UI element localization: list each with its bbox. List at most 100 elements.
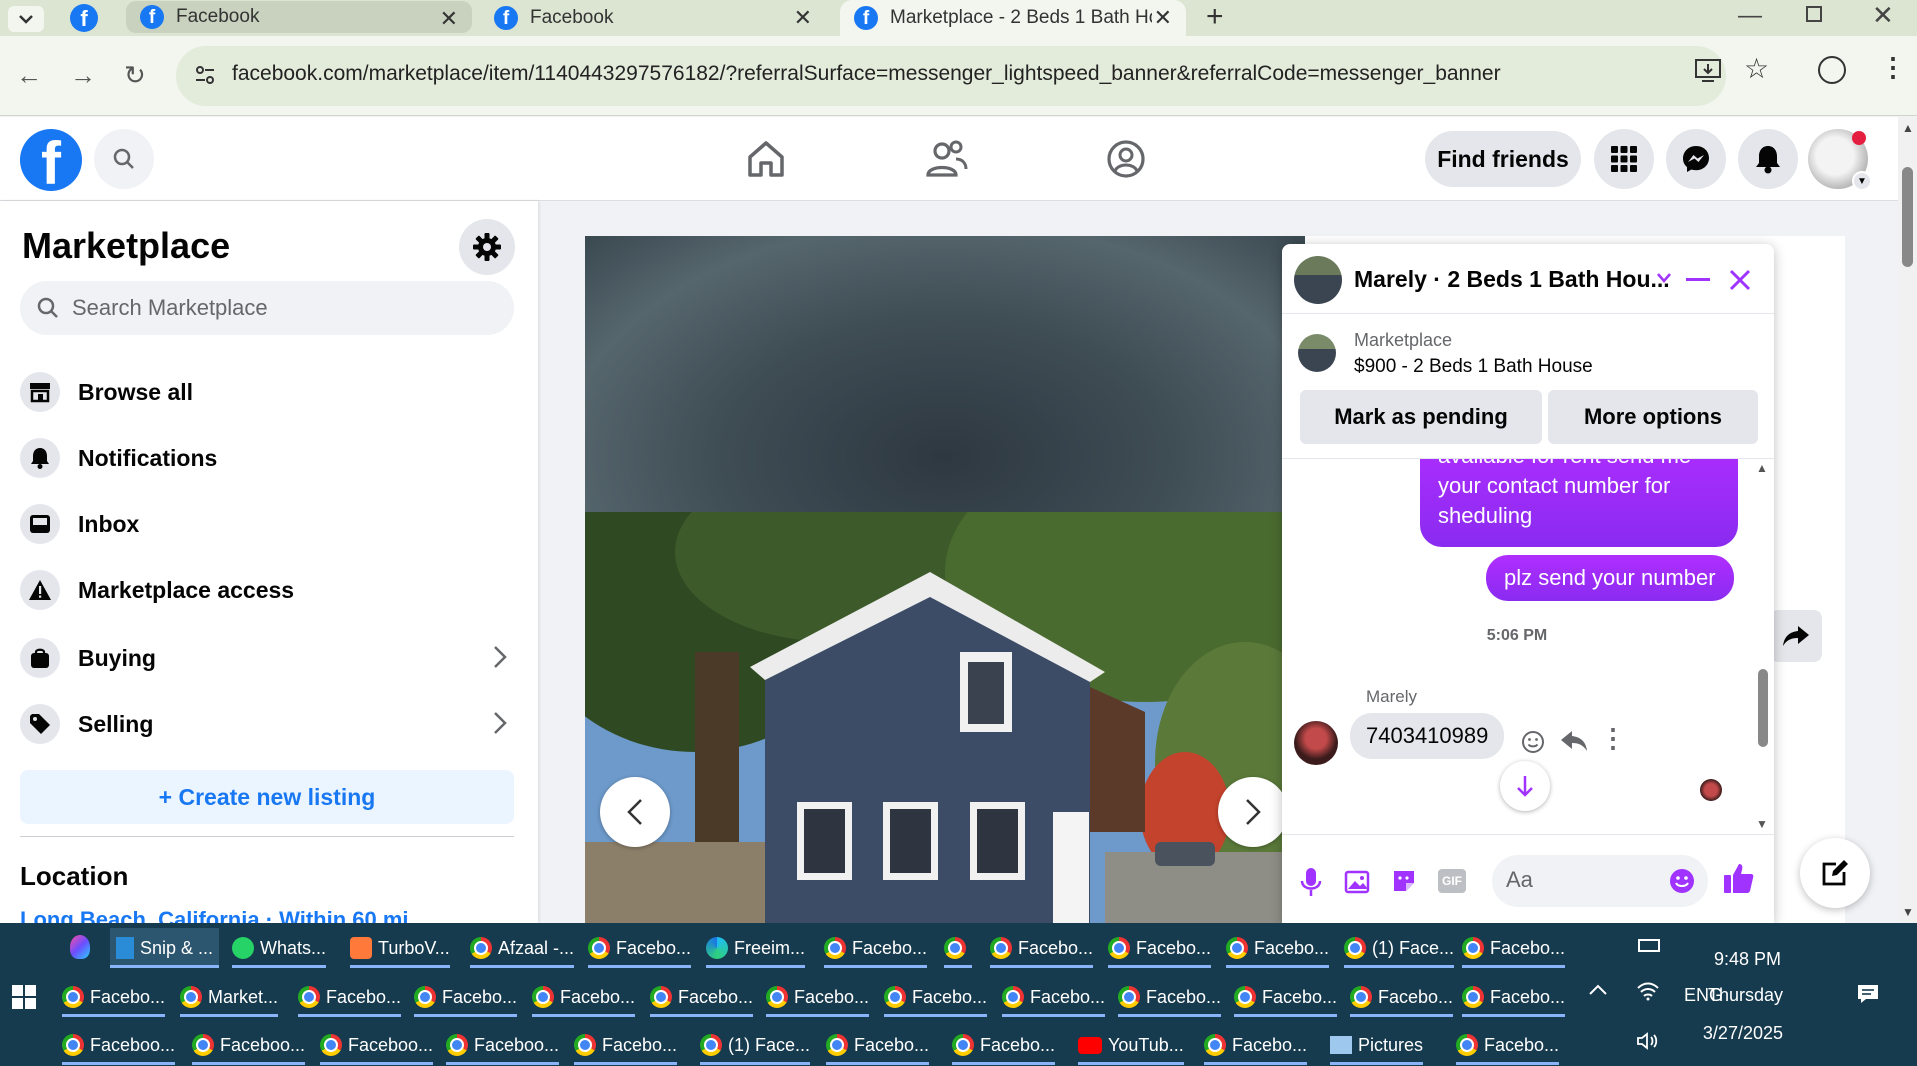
taskbar-item[interactable]: Facebo... bbox=[952, 1025, 1056, 1065]
message-thread[interactable]: available for rent send me your contact … bbox=[1282, 458, 1774, 832]
taskbar-item[interactable]: (1) Face... bbox=[700, 1025, 811, 1065]
new-tab-icon[interactable]: + bbox=[1206, 0, 1224, 34]
clock-day[interactable]: Thursday bbox=[1708, 985, 1783, 1006]
tab-facebook-2[interactable]: f Facebook ✕ bbox=[480, 0, 826, 36]
windows-start-icon[interactable] bbox=[12, 985, 36, 1009]
tab-list-chevron-icon[interactable] bbox=[8, 6, 44, 32]
scroll-to-bottom-button[interactable] bbox=[1500, 761, 1550, 811]
taskbar-item[interactable]: Facebo... bbox=[588, 928, 692, 968]
reload-icon[interactable]: ↻ bbox=[124, 60, 146, 91]
sidebar-item-buying[interactable]: Buying bbox=[20, 629, 516, 687]
chat-header[interactable]: Marely · 2 Beds 1 Bath Hou... bbox=[1282, 244, 1774, 314]
volume-icon[interactable] bbox=[1636, 1031, 1660, 1056]
clock-time[interactable]: 9:48 PM bbox=[1714, 949, 1781, 970]
emoji-icon[interactable] bbox=[1668, 867, 1696, 895]
battery-icon[interactable] bbox=[1638, 939, 1660, 952]
marketplace-listing-banner[interactable]: Marketplace $900 - 2 Beds 1 Bath House bbox=[1282, 314, 1774, 384]
taskbar-item[interactable]: Faceboo... bbox=[446, 1025, 560, 1065]
pinned-facebook-tab[interactable]: f bbox=[70, 4, 98, 32]
menu-button[interactable] bbox=[1594, 129, 1654, 189]
close-chat-icon[interactable] bbox=[1728, 268, 1752, 292]
taskbar-item[interactable]: Facebo... bbox=[1234, 977, 1338, 1017]
browser-menu-icon[interactable]: ⋮ bbox=[1880, 52, 1906, 83]
chat-scrollbar-thumb[interactable] bbox=[1758, 669, 1768, 747]
back-icon[interactable]: ← bbox=[16, 60, 42, 91]
close-tab-icon[interactable]: ✕ bbox=[440, 6, 458, 32]
taskbar-item[interactable]: Facebo... bbox=[1226, 928, 1330, 968]
taskbar-item[interactable]: Facebo... bbox=[1462, 977, 1566, 1017]
show-hidden-icons-chevron-icon[interactable] bbox=[1588, 983, 1608, 1001]
taskbar-item[interactable]: Faceboo... bbox=[320, 1025, 434, 1065]
search-marketplace-input[interactable] bbox=[72, 295, 492, 321]
taskbar-item[interactable]: Facebo... bbox=[1350, 977, 1454, 1017]
taskbar-item[interactable]: Faceboo... bbox=[192, 1025, 306, 1065]
microphone-icon[interactable] bbox=[1300, 867, 1322, 897]
bookmark-star-icon[interactable]: ☆ bbox=[1744, 52, 1769, 85]
taskbar-item[interactable]: Freeim... bbox=[706, 928, 806, 968]
taskbar-item[interactable]: (1) Face... bbox=[1344, 928, 1455, 968]
taskbar-item[interactable]: Facebo... bbox=[298, 977, 402, 1017]
message-input-field[interactable] bbox=[1492, 855, 1708, 907]
outgoing-message[interactable]: plz send your number bbox=[1486, 555, 1734, 601]
reply-icon[interactable] bbox=[1560, 729, 1588, 753]
location-link[interactable]: Long Beach, California · Within 60 mi bbox=[20, 907, 409, 923]
groups-icon[interactable] bbox=[1102, 135, 1150, 183]
chevron-down-icon[interactable] bbox=[1656, 272, 1672, 284]
message-input[interactable] bbox=[1506, 867, 1656, 893]
copilot-icon[interactable] bbox=[70, 935, 90, 959]
sidebar-item-inbox[interactable]: Inbox bbox=[20, 495, 516, 553]
sidebar-item-selling[interactable]: Selling bbox=[20, 695, 516, 753]
new-message-button[interactable] bbox=[1800, 838, 1870, 908]
taskbar-item[interactable]: Facebo... bbox=[1462, 928, 1566, 968]
taskbar-item[interactable] bbox=[944, 928, 972, 968]
forward-icon[interactable]: → bbox=[70, 60, 96, 91]
sidebar-item-browse-all[interactable]: Browse all bbox=[20, 363, 516, 421]
scroll-down-icon[interactable]: ▼ bbox=[1902, 905, 1914, 919]
home-icon[interactable] bbox=[742, 135, 790, 183]
gif-icon[interactable]: GIF bbox=[1438, 869, 1466, 893]
taskbar-item[interactable]: Facebo... bbox=[1204, 1025, 1308, 1065]
chat-avatar[interactable] bbox=[1294, 256, 1342, 304]
sender-avatar[interactable] bbox=[1294, 721, 1338, 765]
sticker-icon[interactable] bbox=[1390, 867, 1418, 895]
find-friends-button[interactable]: Find friends bbox=[1425, 131, 1581, 187]
profile-icon[interactable] bbox=[1818, 56, 1846, 84]
minimize-window-icon[interactable]: — bbox=[1738, 2, 1762, 30]
photo-icon[interactable] bbox=[1344, 867, 1372, 895]
taskbar-item[interactable]: Facebo... bbox=[766, 977, 870, 1017]
taskbar-item[interactable]: Afzaal -... bbox=[470, 928, 575, 968]
next-image-button[interactable] bbox=[1218, 777, 1288, 847]
clock-date[interactable]: 3/27/2025 bbox=[1703, 1023, 1783, 1044]
chat-scrollbar[interactable]: ▲ ▼ bbox=[1754, 459, 1770, 832]
tab-facebook-1[interactable]: f Facebook ✕ bbox=[126, 1, 472, 33]
taskbar-item[interactable]: Facebo... bbox=[532, 977, 636, 1017]
minimize-chat-icon[interactable] bbox=[1686, 278, 1710, 281]
taskbar-item[interactable]: Facebo... bbox=[62, 977, 166, 1017]
search-marketplace-field[interactable] bbox=[20, 281, 514, 335]
url-field[interactable]: facebook.com/marketplace/item/1140443297… bbox=[176, 46, 1726, 106]
taskbar-item[interactable]: Snip & ... bbox=[110, 928, 220, 968]
taskbar-item[interactable]: Facebo... bbox=[826, 1025, 930, 1065]
taskbar-item[interactable]: Facebo... bbox=[884, 977, 988, 1017]
taskbar-item[interactable]: Facebo... bbox=[414, 977, 518, 1017]
friends-icon[interactable] bbox=[922, 135, 970, 183]
scroll-down-icon[interactable]: ▼ bbox=[1756, 817, 1768, 831]
taskbar-item[interactable]: Pictures bbox=[1330, 1025, 1424, 1065]
close-tab-icon[interactable]: ✕ bbox=[1154, 5, 1172, 31]
react-emoji-icon[interactable] bbox=[1520, 729, 1546, 755]
taskbar-item[interactable]: Facebo... bbox=[824, 928, 928, 968]
settings-button[interactable] bbox=[459, 219, 515, 275]
taskbar-item[interactable]: Market... bbox=[180, 977, 279, 1017]
tab-marketplace[interactable]: f Marketplace - 2 Beds 1 Bath Ho ✕ bbox=[840, 0, 1186, 36]
more-actions-icon[interactable]: ⋮ bbox=[1600, 723, 1626, 754]
outgoing-message[interactable]: available for rent send me your contact … bbox=[1420, 459, 1738, 547]
sidebar-item-marketplace-access[interactable]: Marketplace access bbox=[20, 561, 516, 619]
install-app-icon[interactable] bbox=[1694, 58, 1722, 89]
scroll-up-icon[interactable]: ▲ bbox=[1902, 121, 1914, 135]
notification-center-icon[interactable] bbox=[1856, 983, 1880, 1010]
page-scrollbar[interactable]: ▲ ▼ bbox=[1898, 117, 1917, 923]
taskbar-item[interactable]: TurboV... bbox=[350, 928, 450, 968]
account-avatar[interactable]: ▼ bbox=[1808, 129, 1872, 191]
create-new-listing-button[interactable]: + Create new listing bbox=[20, 770, 514, 824]
taskbar-item[interactable]: Whats... bbox=[232, 928, 327, 968]
